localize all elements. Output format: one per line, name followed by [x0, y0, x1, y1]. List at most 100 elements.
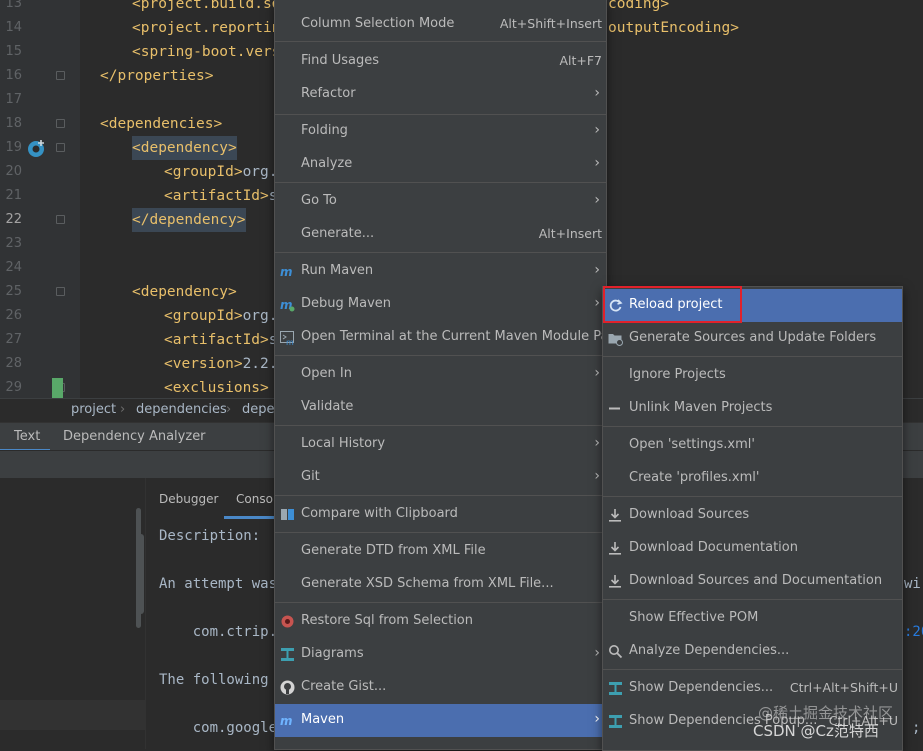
chevron-right-icon: ›: [594, 85, 600, 101]
diagram-icon: [609, 715, 622, 728]
editor-context-menu: Column Selection Mode Alt+Shift+Insert Fi…: [274, 0, 622, 750]
fold-marker-icon[interactable]: [56, 215, 65, 224]
line-number: 14: [5, 20, 22, 35]
diagram-icon: [609, 682, 622, 695]
line-number: 13: [5, 0, 22, 11]
code-line: <dependency>: [132, 284, 237, 300]
chevron-right-icon: ›: [594, 468, 600, 484]
line-number: 23: [5, 236, 22, 251]
chevron-right-icon: ›: [594, 435, 600, 451]
breadcrumb-item[interactable]: project: [71, 402, 116, 417]
line-number: 21: [5, 188, 22, 203]
menu-item-validate[interactable]: Validate: [275, 391, 606, 424]
breadcrumb-item[interactable]: depe: [242, 402, 275, 417]
maven-submenu: Reload project Generate Sources and Upda…: [602, 286, 903, 751]
chevron-right-icon: ›: [594, 711, 600, 727]
menu-item-diagrams[interactable]: Diagrams ›: [275, 638, 606, 671]
code-line: </dependency>: [132, 208, 246, 232]
menu-item-column-selection-mode[interactable]: Column Selection Mode Alt+Shift+Insert: [275, 8, 606, 41]
console-line: Description:: [159, 528, 261, 544]
menu-item-local-history[interactable]: Local History ›: [275, 428, 606, 461]
line-number: 17: [5, 92, 22, 107]
menu-item-show-dependencies[interactable]: Show Dependencies... Ctrl+Alt+Shift+U: [603, 672, 902, 705]
diagram-icon: [281, 648, 294, 661]
menu-item-go-to[interactable]: Go To ›: [275, 185, 606, 218]
line-number: 20: [5, 164, 22, 179]
code-line: <project.reporting: [132, 20, 290, 36]
menu-item-run-maven[interactable]: m Run Maven ›: [275, 255, 606, 288]
menu-item-find-usages[interactable]: Find Usages Alt+F7: [275, 45, 606, 78]
menu-item-ignore-projects[interactable]: Ignore Projects: [603, 359, 902, 392]
code-line: <groupId>org.s: [164, 308, 287, 324]
tab-text[interactable]: Text: [14, 429, 40, 444]
compare-icon: [281, 509, 294, 520]
menu-item-generate[interactable]: Generate... Alt+Insert: [275, 218, 606, 251]
menu-item-create-profiles-xml[interactable]: Create 'profiles.xml': [603, 462, 902, 495]
menu-item-unlink-maven[interactable]: Unlink Maven Projects: [603, 392, 902, 425]
selected-row[interactable]: [0, 700, 145, 730]
menu-item-analyze-dependencies[interactable]: Analyze Dependencies...: [603, 635, 902, 668]
menu-item-folding[interactable]: Folding ›: [275, 115, 606, 148]
menu-item-show-effective-pom[interactable]: Show Effective POM: [603, 602, 902, 635]
chevron-right-icon: ›: [120, 402, 126, 417]
menu-item-open-in[interactable]: Open In ›: [275, 358, 606, 391]
menu-item-create-gist[interactable]: Create Gist...: [275, 671, 606, 704]
line-number: 27: [5, 332, 22, 347]
console-line: com.ctrip.: [159, 624, 278, 640]
tab-debugger[interactable]: Debugger: [159, 492, 218, 506]
menu-item-download-sources[interactable]: Download Sources: [603, 499, 902, 532]
minus-icon: [609, 407, 620, 410]
line-number: 26: [5, 308, 22, 323]
console-fragment: wir: [904, 576, 923, 592]
console-fragment: :20: [904, 624, 923, 640]
terminal-icon: m: [280, 331, 294, 345]
bookmark-icon: [52, 378, 63, 398]
scrollbar[interactable]: [138, 534, 144, 614]
menu-item-generate-sources[interactable]: Generate Sources and Update Folders: [603, 322, 902, 355]
code-line: <spring-boot.versi: [132, 44, 290, 60]
menu-item-open-settings-xml[interactable]: Open 'settings.xml': [603, 429, 902, 462]
menu-item-generate-xsd[interactable]: Generate XSD Schema from XML File...: [275, 568, 606, 601]
line-number: 18: [5, 116, 22, 131]
menu-item-compare-with-clipboard[interactable]: Compare with Clipboard: [275, 498, 606, 531]
console-line: The following: [159, 672, 278, 688]
maven-icon: m: [280, 265, 293, 279]
line-number: 28: [5, 356, 22, 371]
console-line: An attempt was: [159, 576, 278, 592]
menu-item-restore-sql[interactable]: Restore Sql from Selection: [275, 605, 606, 638]
watermark: CSDN @Cz范特西: [753, 722, 879, 740]
menu-item-debug-maven[interactable]: m Debug Maven ›: [275, 288, 606, 321]
line-number: 19: [5, 140, 22, 155]
menu-item-maven[interactable]: m Maven ›: [275, 704, 606, 737]
fold-marker-icon[interactable]: [56, 143, 65, 152]
download-icon: [609, 575, 621, 588]
menu-item-git[interactable]: Git ›: [275, 461, 606, 494]
line-number: 16: [5, 68, 22, 83]
line-number: 15: [5, 44, 22, 59]
menu-item-open-terminal[interactable]: m Open Terminal at the Current Maven Mod…: [275, 321, 622, 354]
menu-item-analyze[interactable]: Analyze ›: [275, 148, 606, 181]
code-line: <groupId>org.s: [164, 164, 287, 180]
fold-marker-icon[interactable]: [56, 287, 65, 296]
fold-marker-icon[interactable]: [56, 119, 65, 128]
maven-debug-icon: m: [280, 298, 295, 312]
breadcrumb-item[interactable]: dependencies: [136, 402, 227, 417]
github-icon: [280, 680, 295, 695]
tab-dependency-analyzer[interactable]: Dependency Analyzer: [63, 429, 206, 444]
code-line: <artifactId>sp: [164, 332, 286, 348]
fold-marker-icon[interactable]: [56, 71, 65, 80]
line-number-current: 22: [5, 212, 22, 227]
download-icon: [609, 509, 621, 522]
menu-item-download-documentation[interactable]: Download Documentation: [603, 532, 902, 565]
console-line: com.google: [159, 720, 278, 736]
dependency-update-icon[interactable]: [27, 139, 47, 159]
chevron-right-icon: ›: [594, 192, 600, 208]
code-line: <exclusions>: [164, 380, 269, 396]
code-line: <dependencies>: [100, 116, 223, 132]
code-line: <project.build.sou: [132, 0, 290, 12]
menu-item-download-sources-and-docs[interactable]: Download Sources and Documentation: [603, 565, 902, 598]
chevron-right-icon: ›: [594, 645, 600, 661]
menu-item-refactor[interactable]: Refactor ›: [275, 78, 606, 111]
annotation-highlight-box: [603, 286, 742, 323]
menu-item-generate-dtd[interactable]: Generate DTD from XML File: [275, 535, 606, 568]
